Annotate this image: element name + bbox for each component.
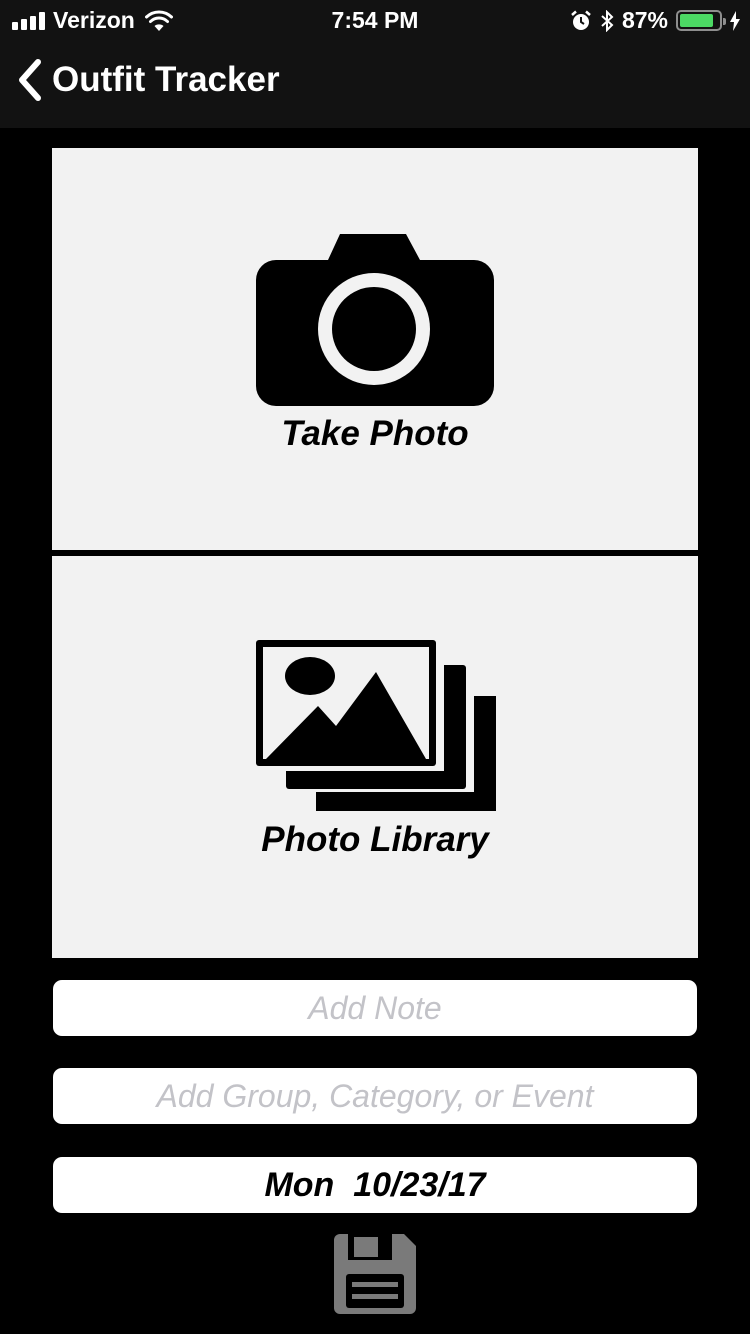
photo-library-label: Photo Library [261,820,489,859]
bluetooth-icon [601,9,614,32]
date-picker-button[interactable]: Mon 10/23/17 [53,1157,697,1213]
back-button[interactable]: Outfit Tracker [14,56,280,104]
photo-library-icon [256,640,496,811]
charging-icon [730,10,740,31]
chevron-left-icon [19,59,41,101]
camera-icon [256,234,494,406]
screen: Verizon 7:54 PM 87% Outfit Tracker Take … [0,0,750,1334]
alarm-icon [571,10,591,30]
battery-fill [680,14,714,27]
status-bar: Verizon 7:54 PM 87% [0,0,750,40]
floppy-disk-icon[interactable] [334,1234,416,1314]
take-photo-button[interactable]: Take Photo [52,148,698,550]
status-right: 87% [570,7,740,34]
take-photo-label: Take Photo [281,414,469,453]
photo-library-button[interactable]: Photo Library [52,556,698,958]
navigation-bar: Outfit Tracker [0,40,750,128]
add-note-input[interactable] [53,980,697,1036]
add-group-input[interactable] [53,1068,697,1124]
battery-percent: 87% [621,7,668,33]
battery-icon [676,10,726,31]
page-title: Outfit Tracker [52,60,280,99]
